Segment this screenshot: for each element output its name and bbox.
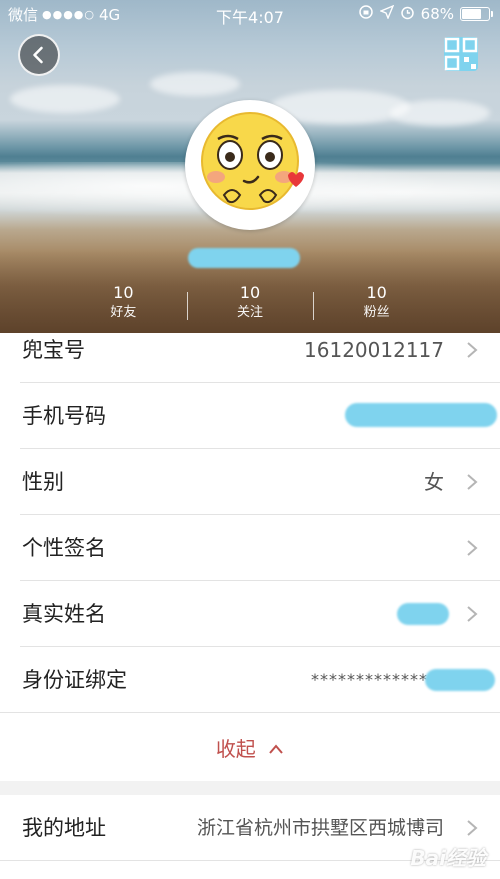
stat-friends[interactable]: 10 好友 <box>60 282 187 326</box>
username-redacted <box>188 248 300 268</box>
row-real-name[interactable]: 真实姓名 <box>0 581 500 647</box>
chevron-right-icon <box>467 820 478 836</box>
real-name-redacted <box>397 603 449 625</box>
rotation-lock-icon <box>358 4 374 24</box>
back-button[interactable] <box>18 34 60 76</box>
row-label: 兜宝号 <box>22 338 85 362</box>
social-stats: 10 好友 10 关注 10 粉丝 <box>60 282 440 326</box>
collapse-button[interactable]: 收起 <box>0 717 500 781</box>
stat-label: 关注 <box>237 305 264 320</box>
phone-redacted <box>345 403 497 427</box>
collapse-label: 收起 <box>215 737 256 761</box>
profile-details: 兜宝号 16120012117 手机号码 性别 女 个性签名 真实姓名 身份证绑… <box>0 333 500 781</box>
stat-count: 10 <box>113 283 134 302</box>
chevron-right-icon <box>467 606 478 622</box>
row-value: ************* <box>311 670 428 689</box>
row-label: 性别 <box>22 470 64 494</box>
chevron-up-icon <box>269 744 283 754</box>
alarm-icon <box>400 5 415 24</box>
divider <box>0 712 500 713</box>
stat-count: 10 <box>239 283 261 302</box>
row-label: 真实姓名 <box>22 602 106 626</box>
row-label: 我的地址 <box>22 816 106 840</box>
qr-code-icon <box>444 37 478 71</box>
row-value: 16120012117 <box>304 338 444 362</box>
battery-icon <box>460 7 493 21</box>
chevron-right-icon <box>467 342 478 358</box>
row-id-card[interactable]: 身份证绑定 ************* <box>0 647 500 713</box>
chevron-right-icon <box>467 474 478 490</box>
row-signature[interactable]: 个性签名 <box>0 515 500 581</box>
row-label: 个性签名 <box>22 536 106 560</box>
row-phone-number[interactable]: 手机号码 <box>0 383 500 449</box>
row-value: 女 <box>424 470 444 494</box>
stat-label: 好友 <box>110 305 137 320</box>
row-label: 手机号码 <box>22 404 106 428</box>
baidu-jingyan-watermark: Bai经验 <box>410 846 486 870</box>
stat-count: 10 <box>366 283 387 302</box>
stat-following[interactable]: 10 关注 <box>186 282 314 326</box>
emoji-avatar-image <box>188 103 312 227</box>
location-icon <box>378 4 394 23</box>
qr-code-button[interactable] <box>443 36 479 72</box>
address-section: 我的地址 浙江省杭州市拱墅区西城博司 Bai经验 <box>0 795 500 879</box>
row-gender[interactable]: 性别 女 <box>0 449 500 515</box>
row-doubao-id[interactable]: 兜宝号 16120012117 <box>0 333 500 383</box>
chevron-right-icon <box>467 540 478 556</box>
stat-label: 粉丝 <box>363 305 390 320</box>
status-bar: 微信 ●●●●○ 4G 下午4:07 68% <box>0 0 500 28</box>
id-card-redacted <box>425 669 495 691</box>
row-label: 身份证绑定 <box>22 668 127 692</box>
stat-followers[interactable]: 10 粉丝 <box>313 282 440 326</box>
back-arrow-icon <box>33 46 43 64</box>
battery-percent: 68% <box>420 5 454 23</box>
avatar[interactable] <box>185 100 315 230</box>
row-value: 浙江省杭州市拱墅区西城博司 <box>196 817 444 839</box>
profile-header: 微信 ●●●●○ 4G 下午4:07 68% 10 好友 10 关注 10 粉丝 <box>0 0 500 333</box>
